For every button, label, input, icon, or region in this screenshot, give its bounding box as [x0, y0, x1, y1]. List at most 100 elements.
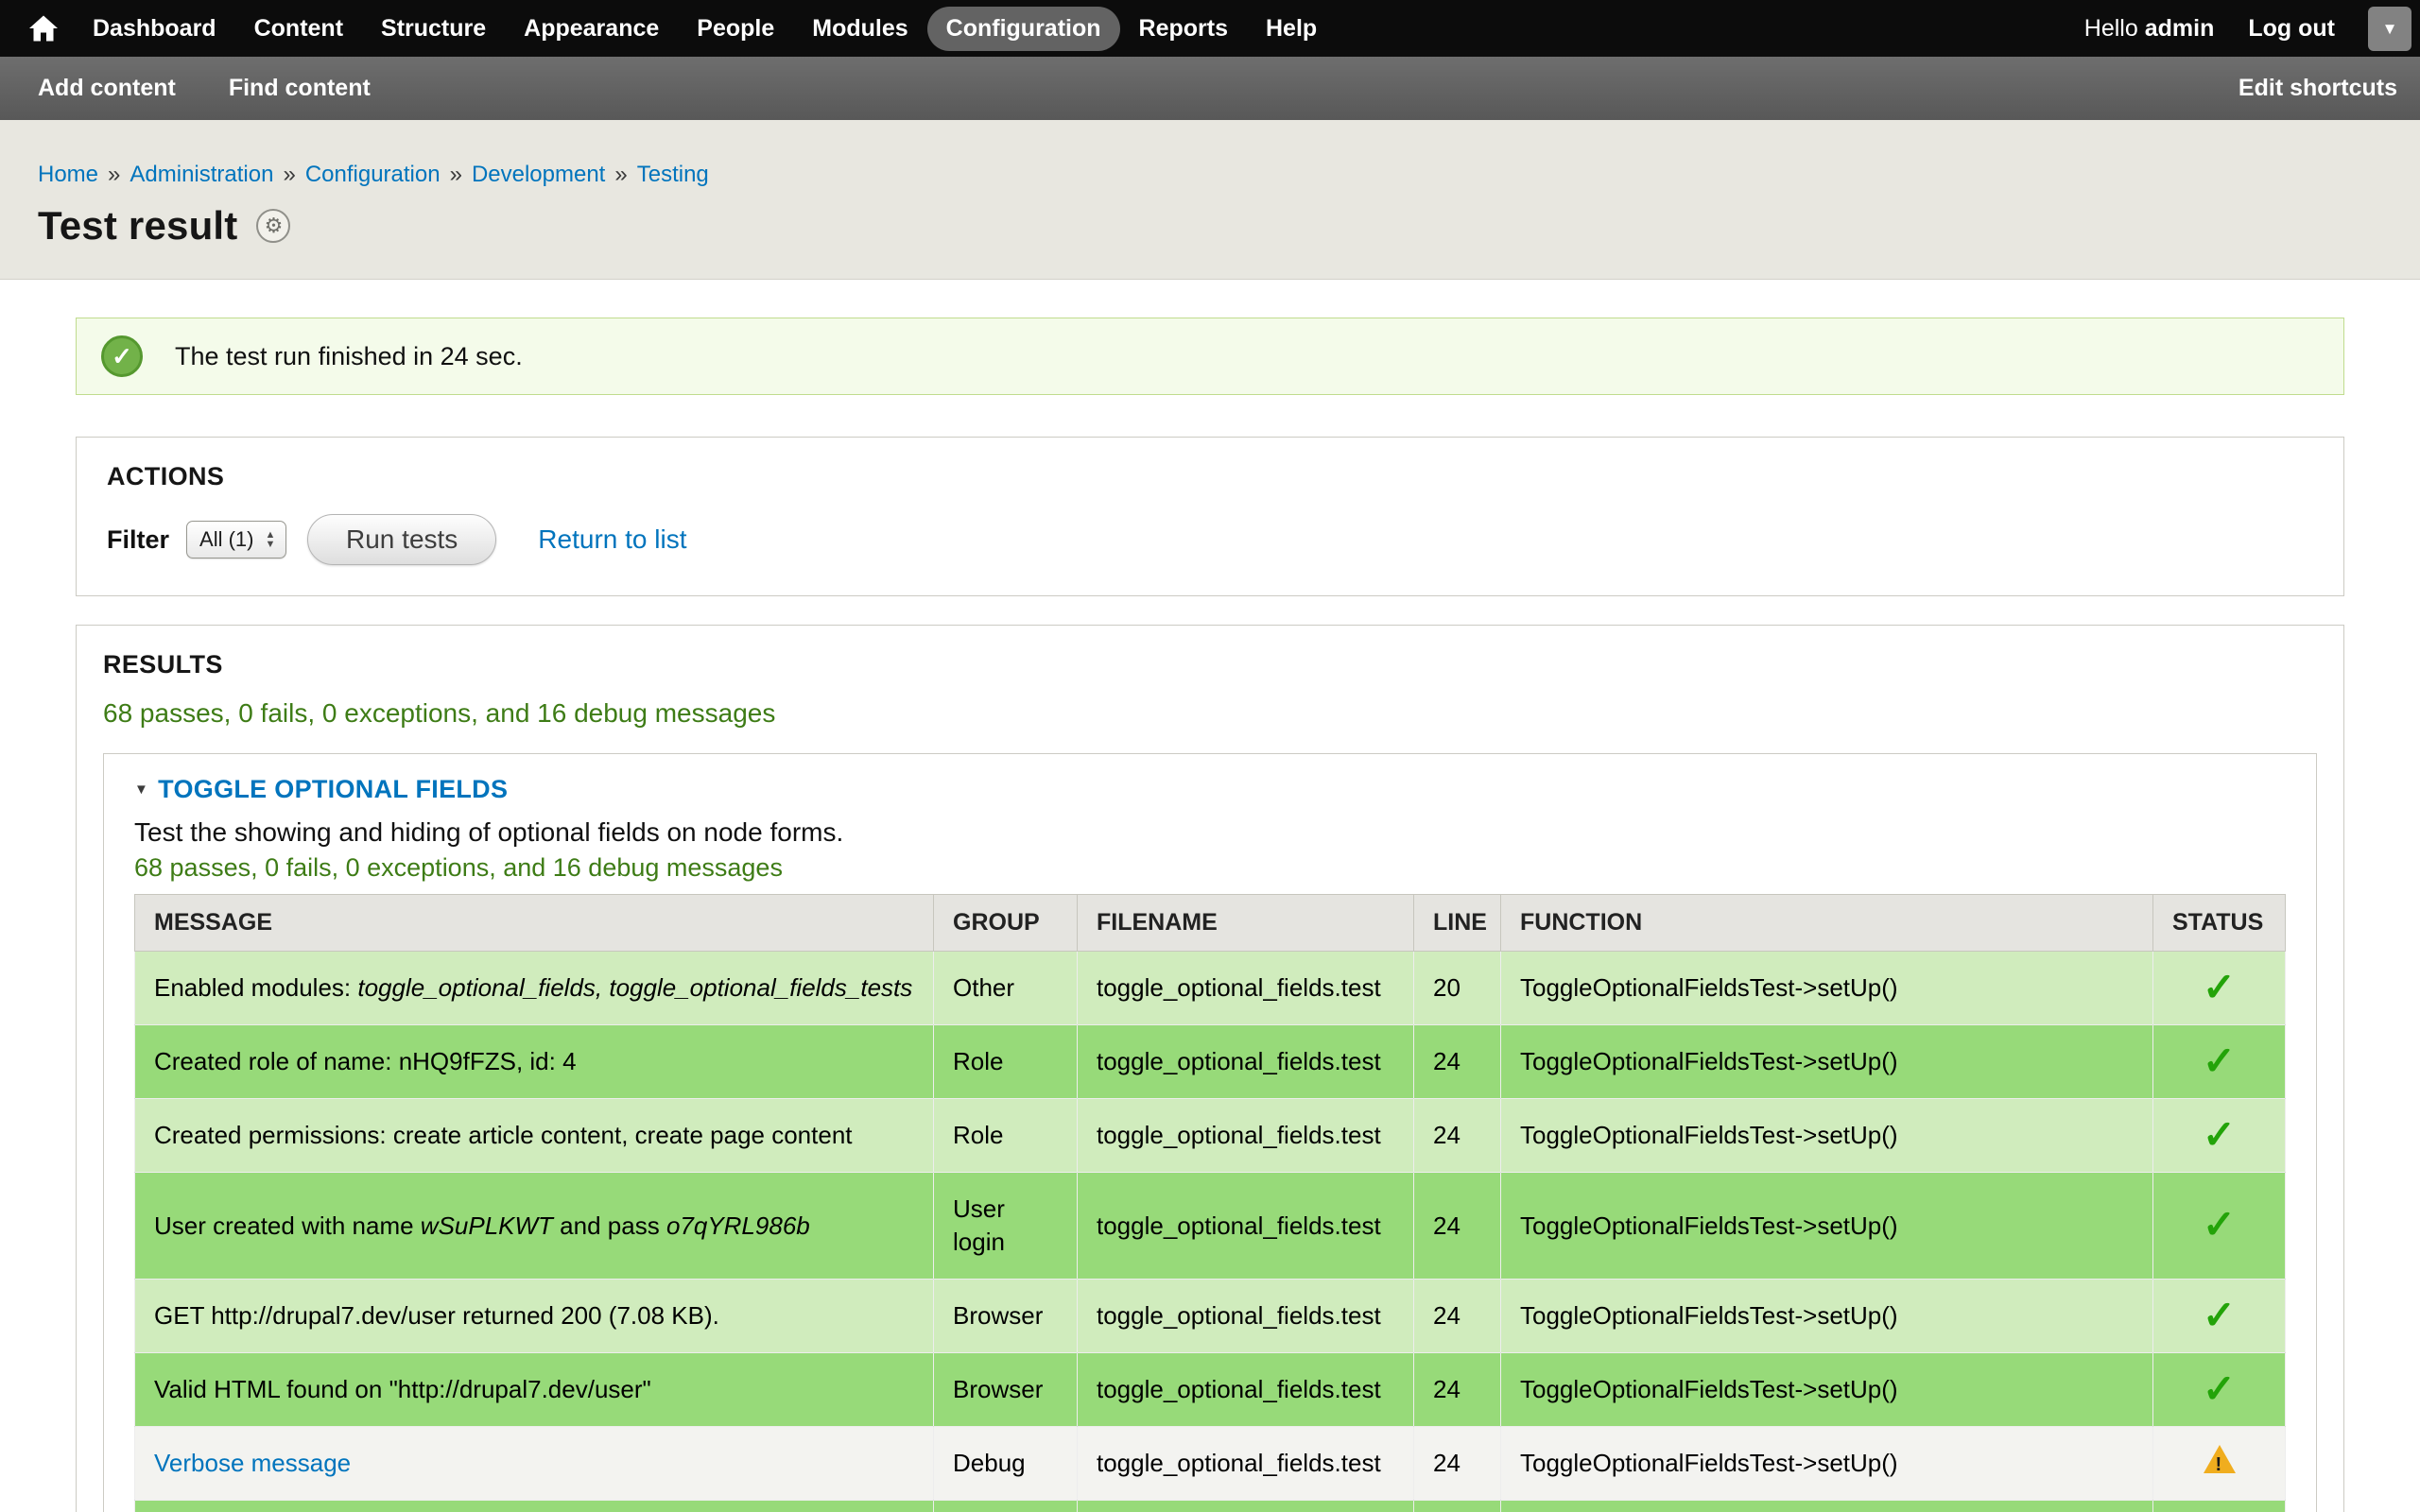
- group-cell: Browser: [934, 1280, 1078, 1353]
- column-header-function: FUNCTION: [1501, 895, 2153, 952]
- shortcut-find-content[interactable]: Find content: [229, 75, 371, 102]
- filter-select[interactable]: All (1) ▲▼: [186, 521, 286, 558]
- logout-link[interactable]: Log out: [2248, 15, 2335, 43]
- line-cell: 24: [1414, 1427, 1501, 1501]
- status-message: ✓ The test run finished in 24 sec.: [76, 318, 2344, 395]
- filename-cell: toggle_optional_fields.test: [1078, 1099, 1414, 1173]
- breadcrumb-separator: »: [614, 162, 627, 187]
- results-summary: 68 passes, 0 fails, 0 exceptions, and 16…: [103, 698, 2317, 729]
- function-cell: ToggleOptionalFieldsTest->setUp(): [1501, 952, 2153, 1025]
- group-cell: [934, 1501, 1078, 1512]
- username: admin: [2145, 15, 2215, 42]
- filename-cell: toggle_optional_fields.test: [1078, 1280, 1414, 1353]
- line-cell: 24: [1414, 1025, 1501, 1099]
- function-cell: ToggleOptionalFieldsTest->setUp(): [1501, 1353, 2153, 1427]
- message-variable: toggle_optional_fields, toggle_optional_…: [357, 973, 912, 1002]
- group-cell: Other: [934, 952, 1078, 1025]
- breadcrumb-link-testing[interactable]: Testing: [637, 162, 709, 187]
- table-row: Valid HTML found on "http://drupal7.dev/…: [135, 1353, 2286, 1427]
- filter-select-value: All (1): [199, 527, 253, 552]
- function-cell: ToggleOptionalFieldsTest->setUp(): [1501, 1280, 2153, 1353]
- group-cell: Role: [934, 1025, 1078, 1099]
- results-legend: RESULTS: [103, 650, 2317, 679]
- column-header-status: STATUS: [2153, 895, 2286, 952]
- breadcrumb-link-administration[interactable]: Administration: [130, 162, 273, 187]
- contextual-gear-icon[interactable]: ⚙: [256, 209, 290, 243]
- table-row: Enabled modules: toggle_optional_fields,…: [135, 952, 2286, 1025]
- message-text: Created role of name: nHQ9fFZS, id: 4: [154, 1047, 577, 1075]
- message-cell: Verbose message: [135, 1427, 934, 1501]
- pass-check-icon: ✓: [2203, 968, 2236, 1007]
- line-cell: 20: [1414, 952, 1501, 1025]
- status-cell: ✓: [2153, 1501, 2286, 1512]
- greeting-text: Hello admin: [2084, 15, 2215, 43]
- toolbar-item-modules[interactable]: Modules: [793, 7, 926, 51]
- status-cell: ✓: [2153, 952, 2286, 1025]
- table-row: Created permissions: create article cont…: [135, 1099, 2286, 1173]
- message-cell: Enabled modules: toggle_optional_fields,…: [135, 952, 934, 1025]
- return-to-list-link[interactable]: Return to list: [538, 524, 686, 555]
- table-row: GET http://drupal7.dev/user returned 200…: [135, 1280, 2286, 1353]
- toolbar-item-structure[interactable]: Structure: [362, 7, 505, 51]
- filename-cell: toggle_optional_fields.test: [1078, 1427, 1414, 1501]
- shortcut-add-content[interactable]: Add content: [38, 75, 176, 102]
- pass-check-icon: ✓: [2203, 1115, 2236, 1155]
- breadcrumb-link-development[interactable]: Development: [472, 162, 605, 187]
- toolbar-item-help[interactable]: Help: [1247, 7, 1336, 51]
- edit-shortcuts-link[interactable]: Edit shortcuts: [2238, 75, 2397, 102]
- collapse-arrow-icon: ▼: [134, 782, 148, 798]
- message-cell: [135, 1501, 934, 1512]
- actions-row: Filter All (1) ▲▼ Run tests Return to li…: [107, 514, 2313, 565]
- page-title: Test result: [38, 203, 237, 249]
- column-header-message: MESSAGE: [135, 895, 934, 952]
- group-collapse-toggle[interactable]: ▼ TOGGLE OPTIONAL FIELDS: [134, 775, 2286, 804]
- status-cell: [2153, 1427, 2286, 1501]
- group-summary: 68 passes, 0 fails, 0 exceptions, and 16…: [134, 853, 2286, 883]
- toolbar-item-people[interactable]: People: [678, 7, 793, 51]
- toolbar-toggle-button[interactable]: ▼: [2368, 7, 2411, 51]
- title-row: Test result ⚙: [38, 203, 2382, 249]
- toolbar-item-configuration[interactable]: Configuration: [927, 7, 1120, 51]
- results-table-body: Enabled modules: toggle_optional_fields,…: [135, 952, 2286, 1512]
- status-cell: ✓: [2153, 1280, 2286, 1353]
- toolbar-item-reports[interactable]: Reports: [1120, 7, 1247, 51]
- home-icon[interactable]: [19, 8, 68, 49]
- filter-label: Filter: [107, 525, 169, 555]
- message-cell: User created with name wSuPLKWT and pass…: [135, 1173, 934, 1280]
- line-cell: 24: [1414, 1280, 1501, 1353]
- status-ok-icon: ✓: [101, 335, 143, 377]
- table-row: Verbose messageDebugtoggle_optional_fiel…: [135, 1427, 2286, 1501]
- filename-cell: toggle_optional_fields.test: [1078, 952, 1414, 1025]
- filename-cell: toggle_optional_fields.test: [1078, 1173, 1414, 1280]
- status-cell: ✓: [2153, 1353, 2286, 1427]
- group-cell: User login: [934, 1173, 1078, 1280]
- warning-icon: [2204, 1445, 2236, 1473]
- run-tests-button[interactable]: Run tests: [307, 514, 496, 565]
- toolbar-item-content[interactable]: Content: [235, 7, 362, 51]
- breadcrumb-link-configuration[interactable]: Configuration: [305, 162, 441, 187]
- filename-cell: toggle_optional_fields.test: [1078, 1353, 1414, 1427]
- message-cell: Valid HTML found on "http://drupal7.dev/…: [135, 1353, 934, 1427]
- toolbar-item-dashboard[interactable]: Dashboard: [74, 7, 235, 51]
- toolbar-item-appearance[interactable]: Appearance: [505, 7, 678, 51]
- breadcrumb-separator: »: [283, 162, 295, 187]
- actions-legend: ACTIONS: [107, 462, 2313, 491]
- function-cell: [1501, 1501, 2153, 1512]
- breadcrumb-separator: »: [450, 162, 462, 187]
- column-header-group: GROUP: [934, 895, 1078, 952]
- function-cell: ToggleOptionalFieldsTest->setUp(): [1501, 1427, 2153, 1501]
- message-text: Valid HTML found on "http://drupal7.dev/…: [154, 1375, 651, 1403]
- line-cell: 24: [1414, 1353, 1501, 1427]
- message-text: and pass: [553, 1211, 666, 1240]
- table-row: User created with name wSuPLKWT and pass…: [135, 1173, 2286, 1280]
- column-header-filename: FILENAME: [1078, 895, 1414, 952]
- verbose-message-link[interactable]: Verbose message: [154, 1449, 351, 1477]
- status-cell: ✓: [2153, 1025, 2286, 1099]
- status-cell: ✓: [2153, 1173, 2286, 1280]
- content-area: ✓ The test run finished in 24 sec. ACTIO…: [0, 280, 2420, 1512]
- breadcrumb-link-home[interactable]: Home: [38, 162, 98, 187]
- breadcrumb-separator: »: [108, 162, 120, 187]
- table-row: ✓: [135, 1501, 2286, 1512]
- message-cell: Created role of name: nHQ9fFZS, id: 4: [135, 1025, 934, 1099]
- actions-panel: ACTIONS Filter All (1) ▲▼ Run tests Retu…: [76, 437, 2344, 596]
